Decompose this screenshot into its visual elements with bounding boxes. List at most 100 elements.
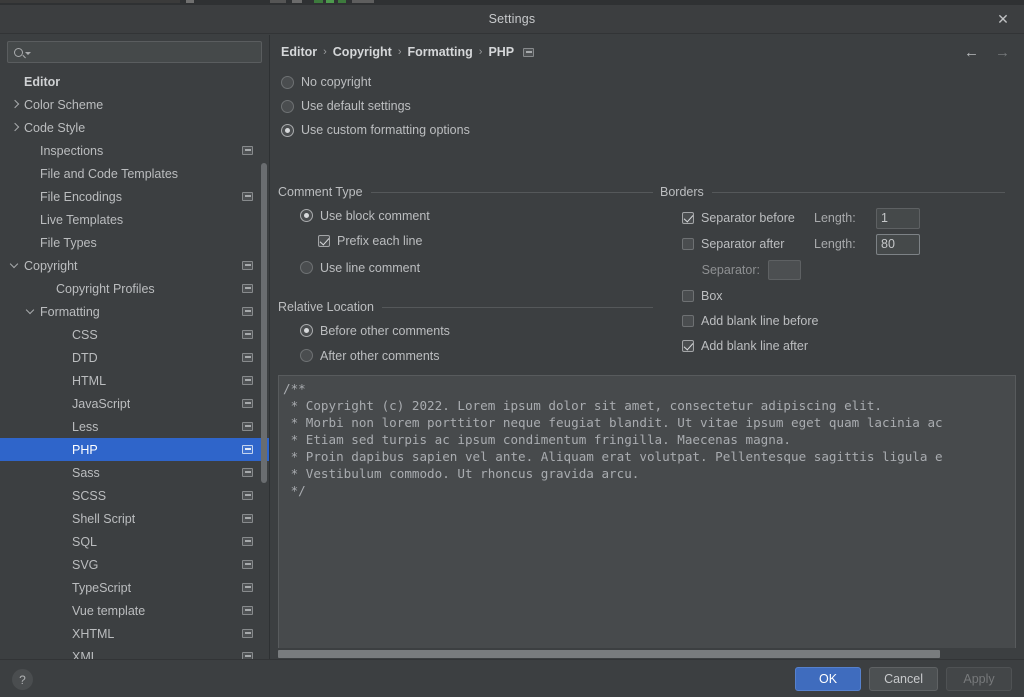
checkbox-separator-after[interactable]: Separator after <box>682 237 814 251</box>
close-icon[interactable]: ✕ <box>990 5 1016 34</box>
sidebar-item-formatting[interactable]: Formatting <box>0 300 269 323</box>
sidebar-item-code-style[interactable]: Code Style <box>0 116 269 139</box>
sidebar-item-copyright-profiles[interactable]: Copyright Profiles <box>0 277 269 300</box>
sidebar-item-label: File Types <box>40 235 97 250</box>
length-before-input[interactable] <box>876 207 920 229</box>
sidebar-item-color-scheme[interactable]: Color Scheme <box>0 93 269 116</box>
checkbox-icon-checked <box>318 234 330 247</box>
radio-label: Before other comments <box>320 323 450 338</box>
length-after-input[interactable] <box>876 233 920 255</box>
sidebar-item-label: HTML <box>72 373 107 388</box>
chevron-right-icon[interactable] <box>10 99 21 110</box>
ok-button[interactable]: OK <box>795 667 862 691</box>
settings-tree: Editor Color Scheme Code Style Inspections F… <box>0 70 269 668</box>
cancel-button[interactable]: Cancel <box>869 667 938 691</box>
sidebar-item-less[interactable]: Less <box>0 415 269 438</box>
sidebar-item-php[interactable]: PHP <box>0 438 269 461</box>
settings-main-panel: Editor › Copyright › Formatting › PHP ← → No c… <box>270 35 1024 659</box>
sidebar-item-vue-template[interactable]: Vue template <box>0 599 269 622</box>
checkbox-separator-before[interactable]: Separator before <box>682 211 814 225</box>
borders-column: Borders Separator before Length: 1 Separ… <box>660 185 1005 358</box>
sidebar-item-shell-script[interactable]: Shell Script <box>0 507 269 530</box>
radio-icon-selected <box>281 123 294 137</box>
module-scope-icon <box>242 467 253 477</box>
arrow-right-icon[interactable]: → <box>995 45 1010 60</box>
arrow-left-icon[interactable]: ← <box>964 45 979 60</box>
group-label: Borders <box>660 185 704 199</box>
sidebar-item-label: XHTML <box>72 626 115 641</box>
settings-sidebar: Editor Color Scheme Code Style Inspections F… <box>0 35 270 664</box>
breadcrumb-item-php[interactable]: PHP <box>488 45 514 59</box>
separator-input[interactable] <box>768 260 801 280</box>
sidebar-item-file-types[interactable]: File Types <box>0 231 269 254</box>
sidebar-item-inspections[interactable]: Inspections <box>0 139 269 162</box>
radio-use-custom-formatting-options[interactable]: Use custom formatting options <box>281 118 470 142</box>
search-input[interactable] <box>35 45 255 59</box>
sidebar-item-file-encodings[interactable]: File Encodings <box>0 185 269 208</box>
checkbox-add-blank-line-before[interactable]: Add blank line before <box>682 308 1005 333</box>
sidebar-item-css[interactable]: CSS <box>0 323 269 346</box>
sidebar-item-copyright[interactable]: Copyright <box>0 254 269 277</box>
sidebar-item-xhtml[interactable]: XHTML <box>0 622 269 645</box>
breadcrumb-item-editor[interactable]: Editor <box>281 45 317 59</box>
radio-label: No copyright <box>301 75 372 89</box>
sidebar-item-svg[interactable]: SVG <box>0 553 269 576</box>
radio-use-default-settings[interactable]: Use default settings <box>281 94 470 118</box>
checkbox-prefix-each-line[interactable]: Prefix each line <box>318 230 653 251</box>
search-box[interactable] <box>7 41 262 63</box>
breadcrumb: Editor › Copyright › Formatting › PHP <box>281 45 535 59</box>
checkbox-add-blank-line-after[interactable]: Add blank line after <box>682 333 1005 358</box>
module-scope-icon <box>242 398 253 408</box>
checkbox-box[interactable]: Box <box>682 283 1005 308</box>
sidebar-item-label: Less <box>72 419 99 434</box>
sidebar-item-label: Formatting <box>40 304 100 319</box>
sidebar-item-label: TypeScript <box>72 580 132 595</box>
length-after-label: Length: <box>814 237 856 251</box>
module-scope-icon <box>242 536 253 546</box>
sidebar-item-label: Live Templates <box>40 212 124 227</box>
radio-label: After other comments <box>320 348 440 363</box>
sidebar-item-scss[interactable]: SCSS <box>0 484 269 507</box>
breadcrumb-item-copyright[interactable]: Copyright <box>333 45 392 59</box>
radio-no-copyright[interactable]: No copyright <box>281 70 470 94</box>
sidebar-item-html[interactable]: HTML <box>0 369 269 392</box>
module-scope-icon <box>242 444 253 454</box>
radio-before-other-comments[interactable]: Before other comments <box>300 320 653 341</box>
radio-after-other-comments[interactable]: After other comments <box>300 345 653 366</box>
apply-button[interactable]: Apply <box>946 667 1012 691</box>
radio-use-block-comment[interactable]: Use block comment <box>300 205 653 226</box>
footer-buttons: OK Cancel Apply <box>795 667 1012 691</box>
sidebar-item-editor[interactable]: Editor <box>0 70 269 93</box>
sidebar-item-file-and-code-templates[interactable]: File and Code Templates <box>0 162 269 185</box>
help-icon[interactable]: ? <box>12 669 33 690</box>
horizontal-scrollbar-thumb[interactable] <box>278 650 940 658</box>
sidebar-item-sql[interactable]: SQL <box>0 530 269 553</box>
sidebar-item-typescript[interactable]: TypeScript <box>0 576 269 599</box>
module-scope-icon <box>242 375 253 385</box>
settings-dialog: Settings ✕ Editor Color Scheme Code Style I… <box>0 0 1024 697</box>
sidebar-item-javascript[interactable]: JavaScript <box>0 392 269 415</box>
sidebar-item-live-templates[interactable]: Live Templates <box>0 208 269 231</box>
sidebar-scrollbar[interactable] <box>261 163 267 483</box>
chevron-right-icon[interactable] <box>10 122 21 133</box>
chevron-down-icon[interactable] <box>26 306 37 317</box>
chevron-down-icon[interactable] <box>10 260 21 271</box>
radio-label: Use line comment <box>320 260 421 275</box>
copyright-preview[interactable]: /** * Copyright (c) 2022. Lorem ipsum do… <box>278 375 1016 659</box>
checkbox-label: Add blank line before <box>701 313 819 328</box>
borders-group-body: Separator before Length: Separator after… <box>660 205 1005 358</box>
sidebar-item-label: Copyright Profiles <box>56 281 155 296</box>
radio-use-line-comment[interactable]: Use line comment <box>300 257 653 278</box>
sidebar-item-sass[interactable]: Sass <box>0 461 269 484</box>
sidebar-item-dtd[interactable]: DTD <box>0 346 269 369</box>
radio-label: Use custom formatting options <box>301 123 470 137</box>
radio-icon-selected <box>300 324 313 337</box>
breadcrumb-item-formatting[interactable]: Formatting <box>407 45 472 59</box>
comment-type-group-body: Use block comment Prefix each line Use l… <box>278 205 653 278</box>
checkbox-icon <box>682 289 694 302</box>
